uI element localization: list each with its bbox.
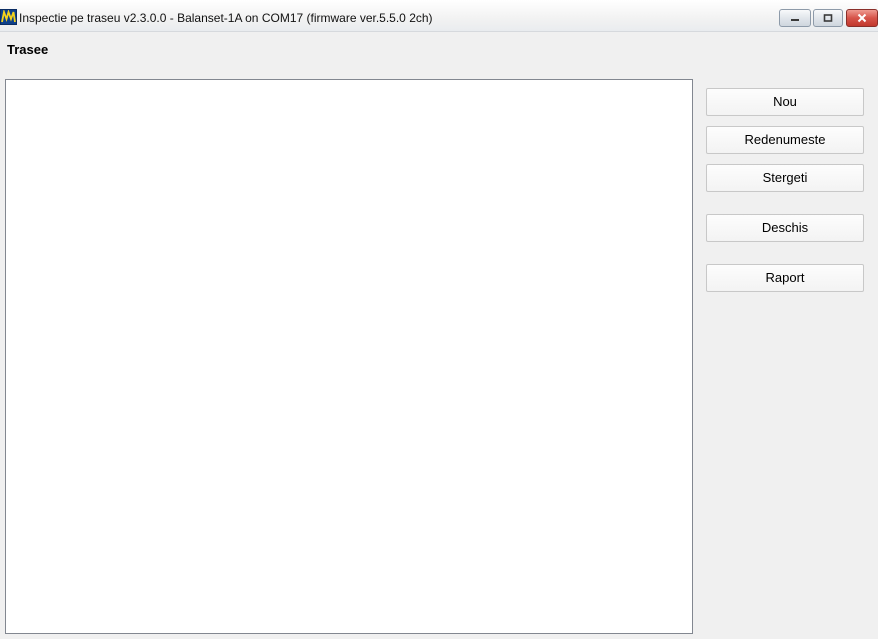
title-bar[interactable]: Inspectie pe traseu v2.3.0.0 - Balanset-… xyxy=(0,0,878,32)
maximize-button[interactable] xyxy=(813,9,843,27)
close-button[interactable] xyxy=(846,9,878,27)
balanset-app-icon[interactable] xyxy=(0,9,17,25)
rename-route-button[interactable]: Redenumeste xyxy=(706,126,864,154)
open-route-button[interactable]: Deschis xyxy=(706,214,864,242)
minimize-button[interactable] xyxy=(779,9,811,27)
window-title: Inspectie pe traseu v2.3.0.0 - Balanset-… xyxy=(19,11,433,25)
new-route-button[interactable]: Nou xyxy=(706,88,864,116)
app-window: Inspectie pe traseu v2.3.0.0 - Balanset-… xyxy=(0,0,878,639)
minimize-icon xyxy=(791,19,799,21)
routes-list[interactable] xyxy=(5,79,693,634)
routes-section-title: Trasee xyxy=(7,42,49,57)
close-icon xyxy=(857,13,867,23)
maximize-icon xyxy=(823,14,833,22)
delete-route-button[interactable]: Stergeti xyxy=(706,164,864,192)
report-button[interactable]: Raport xyxy=(706,264,864,292)
